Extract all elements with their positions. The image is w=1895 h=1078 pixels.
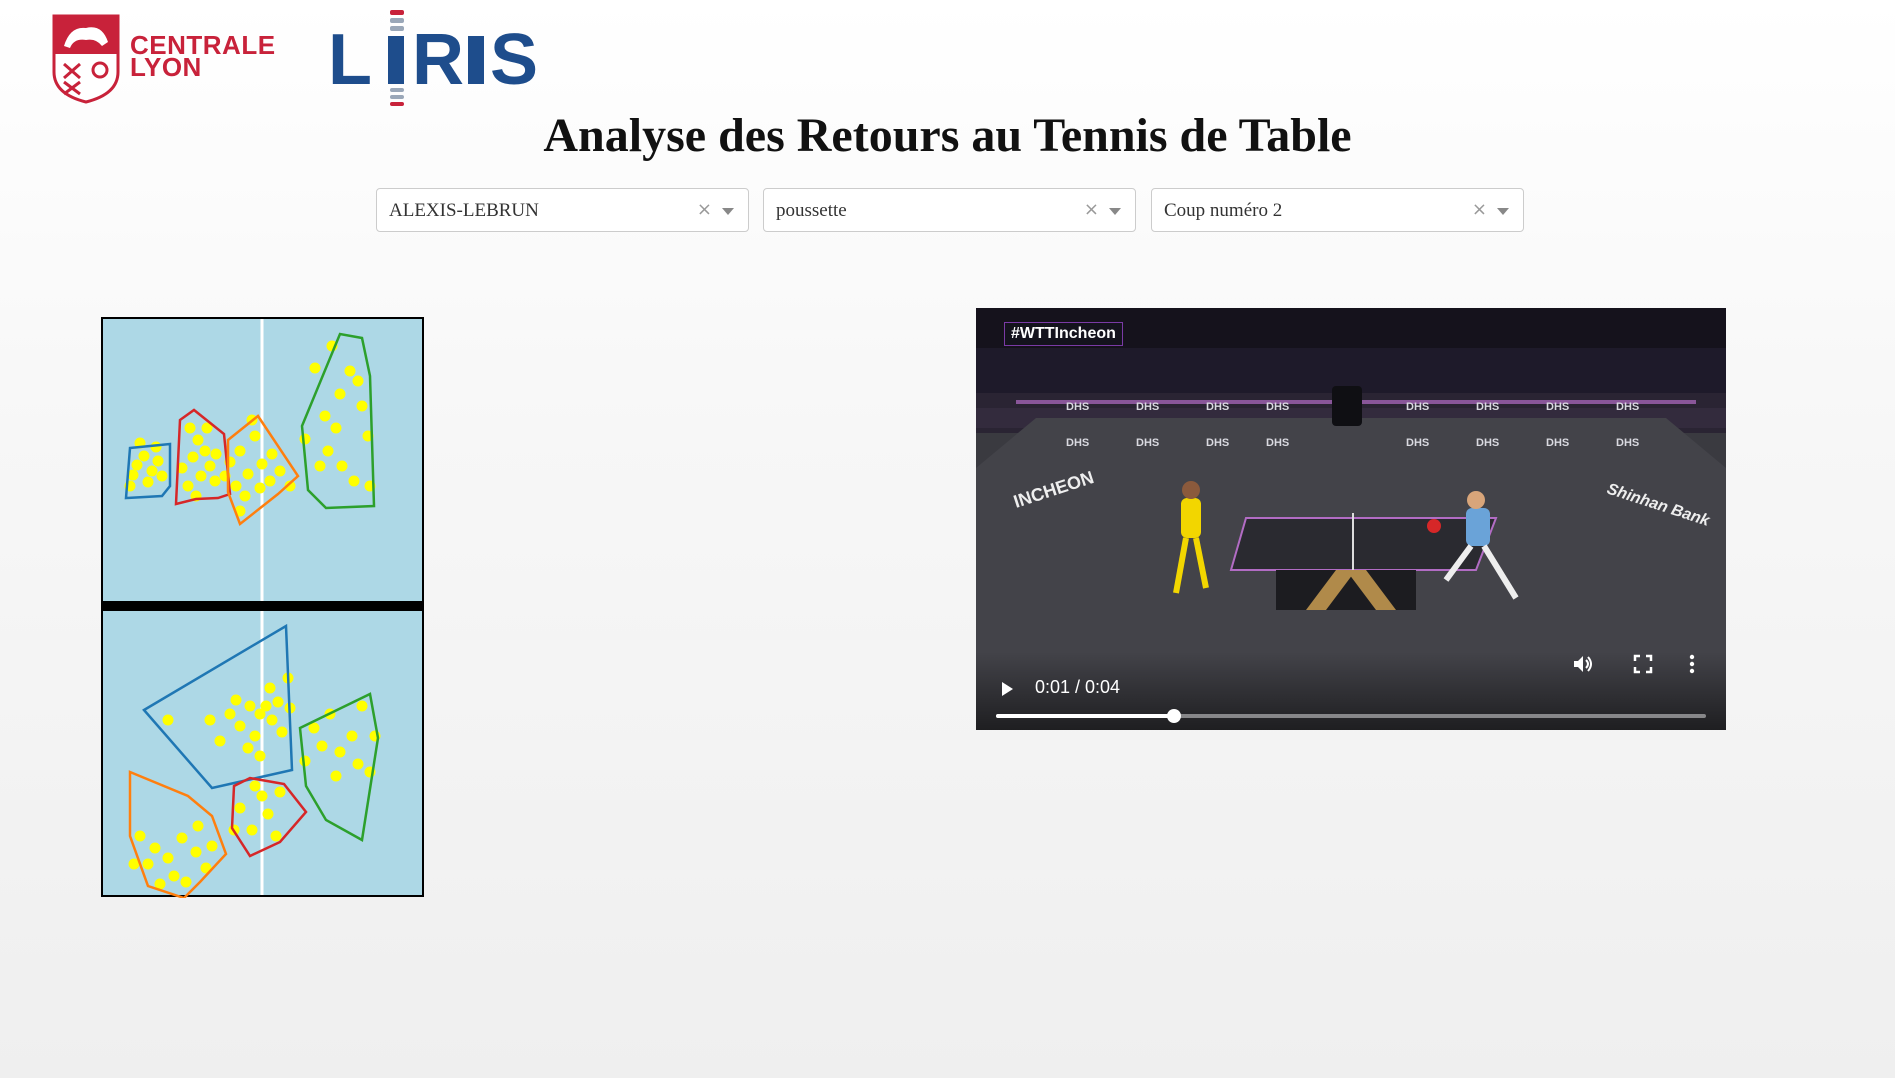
- svg-text:L: L: [328, 20, 374, 100]
- stroke-type-chevron-down-icon[interactable]: [1109, 208, 1121, 215]
- player-clear-icon[interactable]: ×: [697, 199, 712, 220]
- video-hashtag-label: #WTTIncheon: [1004, 322, 1123, 346]
- liris-logo: L R S: [328, 6, 548, 106]
- shot-number-select[interactable]: Coup numéro 2 ×: [1151, 188, 1524, 232]
- play-icon[interactable]: [1002, 682, 1013, 696]
- table-placement-plot: [101, 317, 424, 898]
- svg-text:DHS: DHS: [1476, 437, 1499, 449]
- stroke-type-clear-icon[interactable]: ×: [1084, 199, 1099, 220]
- centrale-lyon-shield-icon: [52, 14, 120, 104]
- svg-text:DHS: DHS: [1136, 437, 1159, 449]
- more-options-icon[interactable]: [1680, 652, 1704, 676]
- page-title: Analyse des Retours au Tennis de Table: [543, 109, 1352, 162]
- volume-icon[interactable]: [1571, 652, 1595, 676]
- video-progress-track[interactable]: [996, 709, 1706, 723]
- svg-text:DHS: DHS: [1616, 437, 1639, 449]
- svg-text:DHS: DHS: [1476, 401, 1499, 413]
- player-chevron-down-icon[interactable]: [722, 208, 734, 215]
- centrale-lyon-wordmark: CENTRALE LYON: [130, 30, 276, 82]
- shot-number-select-value: Coup numéro 2: [1164, 200, 1283, 221]
- svg-text:DHS: DHS: [1546, 437, 1569, 449]
- shot-number-chevron-down-icon[interactable]: [1497, 208, 1509, 215]
- svg-text:DHS: DHS: [1206, 437, 1229, 449]
- svg-text:DHS: DHS: [1066, 437, 1089, 449]
- stroke-type-select-value: poussette: [776, 200, 847, 221]
- stroke-type-select[interactable]: poussette ×: [763, 188, 1136, 232]
- video-progress-thumb[interactable]: [1166, 709, 1181, 723]
- svg-text:S: S: [490, 20, 538, 100]
- svg-text:DHS: DHS: [1406, 437, 1429, 449]
- svg-text:DHS: DHS: [1406, 401, 1429, 413]
- video-controls: 0:01 / 0:04: [976, 652, 1726, 730]
- fullscreen-icon[interactable]: [1631, 652, 1655, 676]
- svg-text:DHS: DHS: [1616, 401, 1639, 413]
- video-progress-fill: [996, 714, 1174, 718]
- svg-text:DHS: DHS: [1206, 401, 1229, 413]
- svg-text:DHS: DHS: [1066, 401, 1089, 413]
- player-select[interactable]: ALEXIS-LEBRUN ×: [376, 188, 749, 232]
- video-time-display: 0:01 / 0:04: [1035, 677, 1121, 697]
- svg-text:DHS: DHS: [1136, 401, 1159, 413]
- shot-number-clear-icon[interactable]: ×: [1472, 199, 1487, 220]
- video-player[interactable]: INCHEON Shinhan Bank DHS DHS DHS DHS DHS DHS…: [976, 308, 1726, 730]
- svg-text:DHS: DHS: [1266, 401, 1289, 413]
- liris-logo-mark: L R S: [328, 10, 538, 106]
- svg-text:DHS: DHS: [1266, 437, 1289, 449]
- svg-text:R: R: [412, 20, 464, 100]
- svg-text:DHS: DHS: [1546, 401, 1569, 413]
- player-select-value: ALEXIS-LEBRUN: [389, 200, 539, 221]
